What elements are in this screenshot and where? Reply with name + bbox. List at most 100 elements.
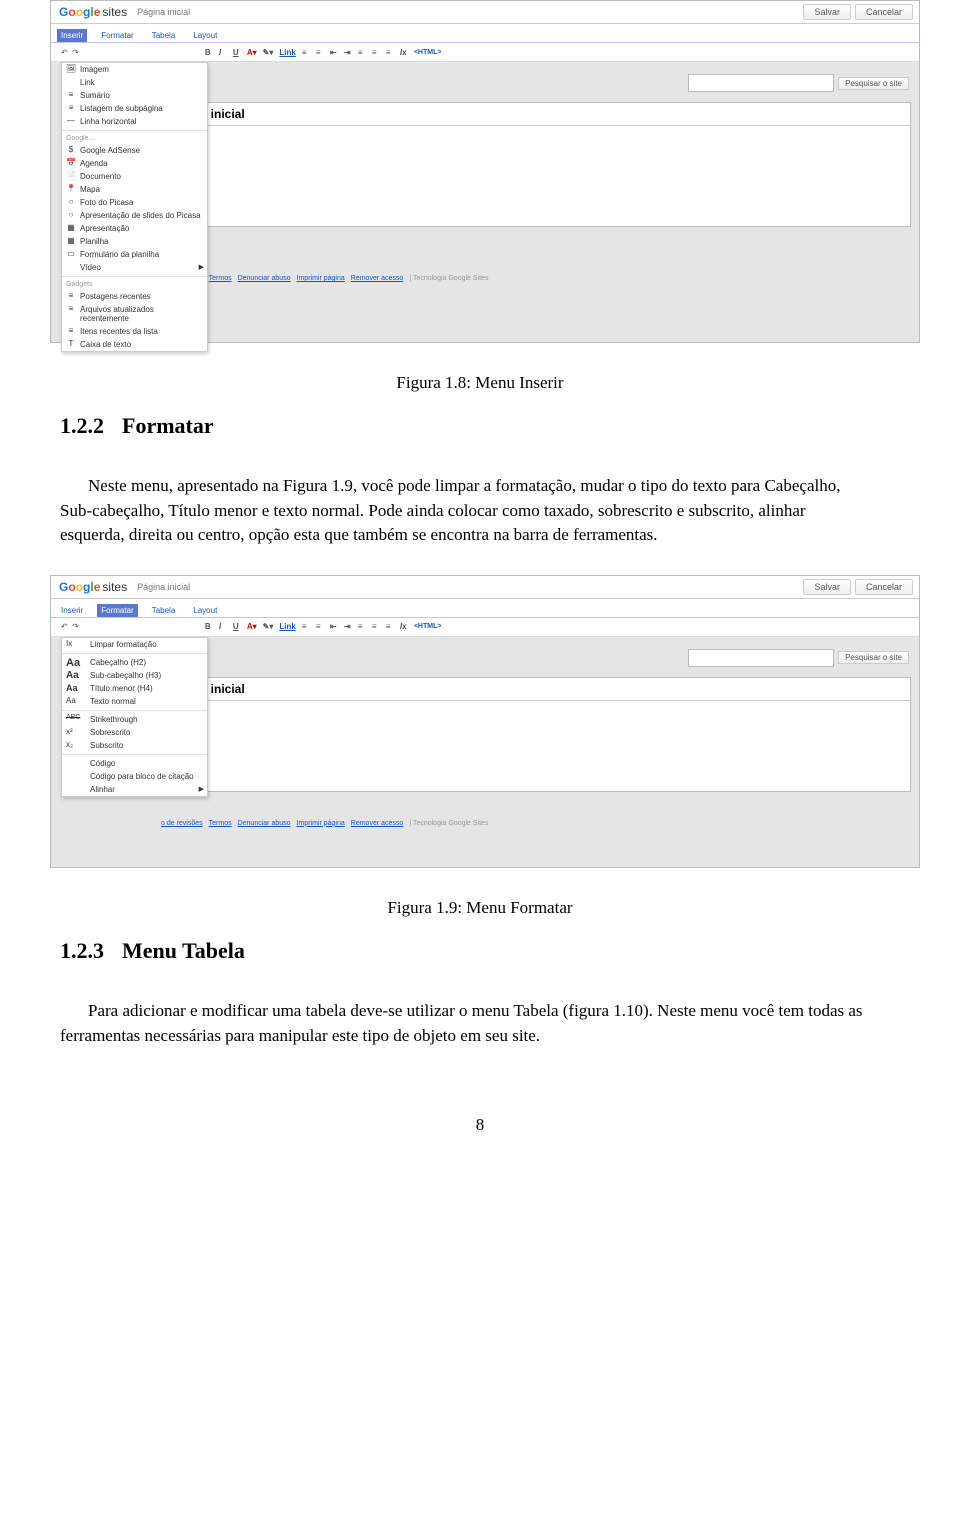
menu-item[interactable]: TCaixa de texto: [62, 338, 207, 351]
site-search-input[interactable]: [688, 74, 834, 92]
menu-item[interactable]: AaTexto normal: [62, 695, 207, 708]
menu-item[interactable]: AaTítulo menor (H4): [62, 682, 207, 695]
undo-redo-icons[interactable]: ↶ ↷: [61, 48, 79, 57]
italic-icon[interactable]: I: [219, 622, 227, 631]
menu-item-icon: ▦: [65, 223, 77, 233]
list-bullet-icon[interactable]: ≡: [316, 622, 324, 631]
menu-item[interactable]: ≡Itens recentes da lista: [62, 325, 207, 338]
site-search-button[interactable]: Pesquisar o site: [838, 651, 909, 664]
menu-item[interactable]: IxLimpar formatação: [62, 638, 207, 651]
tab-layout[interactable]: Layout: [189, 604, 221, 617]
footer-link[interactable]: o de revisões: [161, 820, 203, 827]
menu-item[interactable]: Vídeo▶: [62, 261, 207, 274]
site-search-input[interactable]: [688, 649, 834, 667]
tab-inserir[interactable]: Inserir: [57, 604, 87, 617]
cancel-button[interactable]: Cancelar: [855, 4, 913, 20]
format-dropdown-menu: IxLimpar formatação AaCabeçalho (H2)AaSub…: [61, 637, 208, 797]
footer-link[interactable]: Termos: [209, 820, 232, 827]
indent-icon[interactable]: ⇥: [344, 622, 352, 631]
footer-link[interactable]: Remover acesso: [351, 275, 404, 282]
footer-link[interactable]: Denunciar abuso: [238, 820, 291, 827]
underline-icon[interactable]: U: [233, 622, 241, 631]
menu-item[interactable]: ▦Planilha: [62, 235, 207, 248]
footer-link[interactable]: Denunciar abuso: [238, 275, 291, 282]
menu-item[interactable]: x₂Subscrito: [62, 739, 207, 752]
menu-item[interactable]: x²Sobrescrito: [62, 726, 207, 739]
save-button[interactable]: Salvar: [803, 579, 851, 595]
indent-icon[interactable]: ⇥: [344, 48, 352, 57]
link-button[interactable]: Link: [279, 622, 295, 631]
menu-item-icon: [65, 262, 77, 272]
list-bullet-icon[interactable]: ≡: [316, 48, 324, 57]
menu-item[interactable]: $Google AdSense: [62, 144, 207, 157]
footer-link[interactable]: Imprimir página: [297, 820, 345, 827]
menu-item[interactable]: 🖼Imagem: [62, 63, 207, 76]
menu-item[interactable]: 📄Documento: [62, 170, 207, 183]
menu-item[interactable]: ≡Listagem de subpágina: [62, 102, 207, 115]
editor-toolbar: ↶ ↷ B I U A▾ ✎▾ Link ≡ ≡ ⇤ ⇥ ≡ ≡ ≡ Ix <H…: [51, 618, 919, 637]
menu-item[interactable]: Link: [62, 76, 207, 89]
html-button[interactable]: <HTML>: [414, 49, 442, 56]
page-footer-links: o de revisões Termos Denunciar abuso Imp…: [161, 275, 911, 282]
tab-inserir[interactable]: Inserir: [57, 29, 87, 42]
editor-document[interactable]: Página inicial: [161, 677, 911, 792]
bold-icon[interactable]: B: [205, 48, 213, 57]
highlight-icon[interactable]: ✎▾: [263, 622, 274, 631]
footer-link[interactable]: Imprimir página: [297, 275, 345, 282]
menu-item[interactable]: ≡Arquivos atualizados recentemente: [62, 303, 207, 325]
html-button[interactable]: <HTML>: [414, 623, 442, 630]
menu-item[interactable]: —Linha horizontal: [62, 115, 207, 128]
section-number: 1.2.2: [60, 413, 104, 438]
bold-icon[interactable]: B: [205, 622, 213, 631]
align-left-icon[interactable]: ≡: [358, 622, 366, 631]
menu-item[interactable]: ○Apresentação de slides do Picasa: [62, 209, 207, 222]
tab-tabela[interactable]: Tabela: [148, 604, 180, 617]
cancel-button[interactable]: Cancelar: [855, 579, 913, 595]
menu-item[interactable]: ABCStrikethrough: [62, 713, 207, 726]
menu-item[interactable]: Código: [62, 757, 207, 770]
highlight-icon[interactable]: ✎▾: [263, 48, 274, 57]
align-right-icon[interactable]: ≡: [386, 622, 394, 631]
menu-item[interactable]: AaCabeçalho (H2): [62, 656, 207, 669]
editor-document[interactable]: Página inicial: [161, 102, 911, 227]
tab-layout[interactable]: Layout: [189, 29, 221, 42]
menu-item[interactable]: 📅Agenda: [62, 157, 207, 170]
menu-item[interactable]: 📍Mapa: [62, 183, 207, 196]
italic-icon[interactable]: I: [219, 48, 227, 57]
list-numbered-icon[interactable]: ≡: [302, 622, 310, 631]
link-button[interactable]: Link: [279, 48, 295, 57]
site-search-button[interactable]: Pesquisar o site: [838, 77, 909, 90]
align-center-icon[interactable]: ≡: [372, 48, 380, 57]
menu-item[interactable]: ≡Postagens recentes: [62, 290, 207, 303]
clear-format-icon[interactable]: Ix: [400, 48, 408, 57]
menu-item[interactable]: ≡Sumário: [62, 89, 207, 102]
menu-item[interactable]: ▦Apresentação: [62, 222, 207, 235]
text-color-icon[interactable]: A▾: [247, 48, 257, 57]
tab-formatar[interactable]: Formatar: [97, 29, 137, 42]
outdent-icon[interactable]: ⇤: [330, 622, 338, 631]
outdent-icon[interactable]: ⇤: [330, 48, 338, 57]
page-title: Página inicial: [162, 678, 910, 701]
footer-link[interactable]: Remover acesso: [351, 820, 404, 827]
menu-item[interactable]: ○Foto do Picasa: [62, 196, 207, 209]
align-right-icon[interactable]: ≡: [386, 48, 394, 57]
align-left-icon[interactable]: ≡: [358, 48, 366, 57]
tab-tabela[interactable]: Tabela: [148, 29, 180, 42]
menu-tab-bar: Inserir Formatar Tabela Layout: [51, 599, 919, 618]
text-color-icon[interactable]: A▾: [247, 622, 257, 631]
menu-item[interactable]: ▭Formulário da planilha: [62, 248, 207, 261]
menu-item[interactable]: AaSub-cabeçalho (H3): [62, 669, 207, 682]
menu-item[interactable]: Código para bloco de citação: [62, 770, 207, 783]
save-button[interactable]: Salvar: [803, 4, 851, 20]
align-center-icon[interactable]: ≡: [372, 622, 380, 631]
menu-item[interactable]: Alinhar▶: [62, 783, 207, 796]
menu-item-label: Cabeçalho (H2): [90, 658, 146, 667]
menu-item-icon: ▭: [65, 249, 77, 259]
tab-formatar[interactable]: Formatar: [97, 604, 137, 617]
footer-link[interactable]: Termos: [209, 275, 232, 282]
footer-tail: | Tecnologia Google Sites: [409, 275, 488, 282]
undo-redo-icons[interactable]: ↶ ↷: [61, 622, 79, 631]
list-numbered-icon[interactable]: ≡: [302, 48, 310, 57]
clear-format-icon[interactable]: Ix: [400, 622, 408, 631]
underline-icon[interactable]: U: [233, 48, 241, 57]
